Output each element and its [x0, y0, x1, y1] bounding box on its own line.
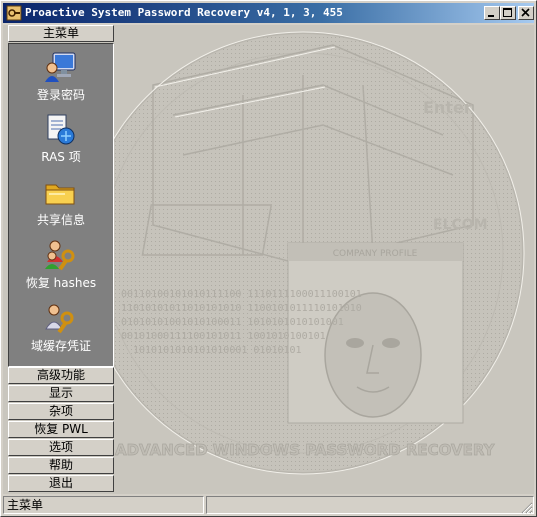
- document-network-icon: [47, 114, 75, 145]
- category-help[interactable]: 帮助: [8, 457, 114, 474]
- nav-item-logon-passwords[interactable]: 登录密码: [9, 46, 113, 108]
- window-title: Proactive System Password Recovery v4, 1…: [25, 6, 343, 19]
- nav-item-recover-hashes[interactable]: 恢复 hashes: [9, 234, 113, 296]
- app-key-icon: [6, 5, 22, 21]
- nav-item-shared-info[interactable]: 共享信息: [9, 171, 113, 233]
- user-key-icon: [45, 304, 74, 334]
- main-menu-header[interactable]: 主菜单: [8, 25, 114, 42]
- nav-item-domain-cached-credentials[interactable]: 域缓存凭证: [9, 297, 113, 359]
- category-misc[interactable]: 杂项: [8, 403, 114, 420]
- category-display[interactable]: 显示: [8, 385, 114, 402]
- maximize-icon: [503, 8, 512, 17]
- nav-item-label: 共享信息: [36, 213, 85, 227]
- brand-text: ELCOM: [433, 217, 488, 233]
- nav-item-ras[interactable]: RAS 项: [9, 108, 113, 170]
- close-button[interactable]: [518, 6, 534, 20]
- category-advanced-features[interactable]: 高级功能: [8, 367, 114, 384]
- category-recover-pwl[interactable]: 恢复 PWL: [8, 421, 114, 438]
- app-window: Proactive System Password Recovery v4, 1…: [0, 0, 537, 517]
- company-profile-text: COMPANY PROFILE: [333, 249, 418, 259]
- main-menu-panel: 登录密码 RAS 项 共享信息 恢复 hashes 域缓存凭证: [8, 43, 114, 367]
- nav-item-label: 登录密码: [36, 88, 85, 102]
- shared-folder-icon: [45, 184, 75, 205]
- close-icon: [521, 8, 530, 17]
- users-key-icon: [45, 240, 75, 271]
- category-exit[interactable]: 退出: [8, 475, 114, 492]
- binary-line: 1010101010101010001 01010101: [133, 345, 302, 356]
- nav-item-label: 恢复 hashes: [25, 276, 97, 290]
- binary-line: 01010101001010100011 1010101010101001: [121, 317, 344, 328]
- nav-item-label: 域缓存凭证: [30, 339, 91, 353]
- binary-line: 00110100101010111100 1110111100011100101: [121, 289, 362, 300]
- binary-line: 00101000111100101011 1001010100101: [121, 331, 326, 342]
- status-pane-secondary: [206, 496, 534, 514]
- resize-grip-icon[interactable]: [521, 502, 533, 514]
- sidebar: 主菜单 登录密码 RAS 项 共享信息 恢复 hashes 域缓存凭证 高级功能…: [8, 25, 114, 494]
- background-title-text: ADVANCED WINDOWS PASSWORD RECOVERY: [115, 441, 496, 459]
- minimize-button[interactable]: [484, 6, 500, 20]
- title-bar[interactable]: Proactive System Password Recovery v4, 1…: [3, 3, 534, 23]
- binary-line: 11010101011010101010 1100101011110101010: [121, 303, 362, 314]
- enter-key-text: Enter: [423, 98, 472, 117]
- minimize-icon: [488, 15, 494, 17]
- status-bar: 主菜单: [3, 496, 534, 515]
- monitor-user-icon: [45, 52, 76, 82]
- nav-item-label: RAS 项: [41, 150, 81, 164]
- maximize-button[interactable]: [500, 6, 516, 20]
- category-options[interactable]: 选项: [8, 439, 114, 456]
- status-pane-main: 主菜单: [3, 496, 204, 514]
